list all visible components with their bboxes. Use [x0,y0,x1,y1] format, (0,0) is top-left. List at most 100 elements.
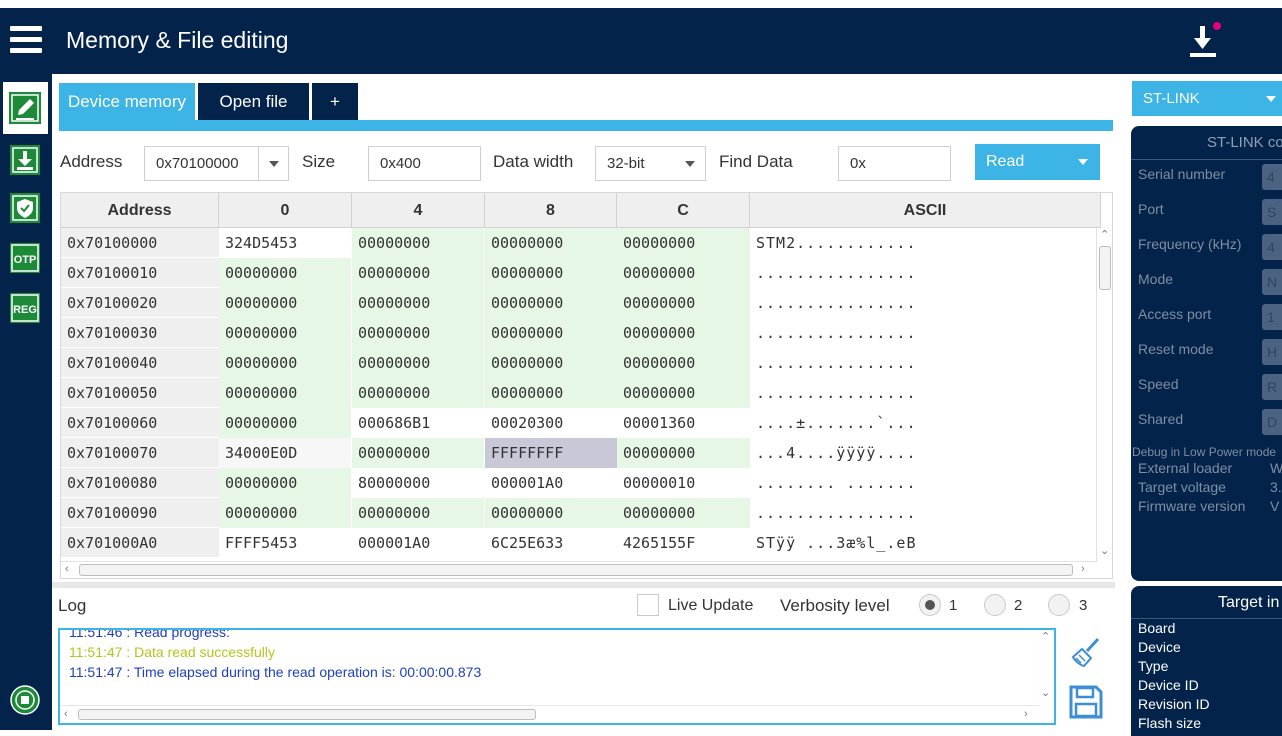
cell-ascii[interactable]: ....±.......`... [750,408,1093,438]
tab-device-memory[interactable]: Device memory [59,83,195,120]
reg-icon[interactable]: REG [9,292,41,324]
cell-0[interactable]: 00000000 [219,408,351,438]
cell-ascii[interactable]: ................ [750,378,1093,408]
cell-ascii[interactable]: ................ [750,498,1093,528]
chevron-down-icon[interactable]: ⌄ [1100,544,1109,557]
cell-8[interactable]: 6C25E633 [485,528,617,558]
cell-8[interactable]: 000001A0 [485,468,617,498]
cell-0[interactable]: 00000000 [219,288,351,318]
table-row[interactable]: 0x70100040 00000000 00000000 00000000 00… [61,348,1093,378]
grid-vertical-scrollbar[interactable]: ⌃ ⌄ [1096,228,1112,562]
cell-ascii[interactable]: ................ [750,318,1093,348]
table-row[interactable]: 0x70100090 00000000 00000000 00000000 00… [61,498,1093,528]
cell-0[interactable]: 00000000 [219,498,351,528]
table-row[interactable]: 0x70100030 00000000 00000000 00000000 00… [61,318,1093,348]
cell-8[interactable]: 00000000 [485,288,617,318]
cell-4[interactable]: 00000000 [352,288,484,318]
cell-8[interactable]: 00000000 [485,318,617,348]
grid-horizontal-scrollbar[interactable]: ‹ › [61,561,1096,578]
address-combo[interactable]: 0x70100000 [144,146,289,181]
cell-ascii[interactable]: STÿÿ ...3æ%l_.eB [750,528,1093,558]
table-row[interactable]: 0x70100020 00000000 00000000 00000000 00… [61,288,1093,318]
cell-c[interactable]: 00000000 [617,288,750,318]
cell-8[interactable]: 00000000 [485,258,617,288]
cell-ascii[interactable]: ................ [750,348,1093,378]
save-log-icon[interactable] [1068,684,1104,720]
chevron-up-icon[interactable]: ⌃ [1041,630,1050,643]
read-button[interactable]: Read [975,144,1100,180]
cell-4[interactable]: 00000000 [352,378,484,408]
clear-log-broom-icon[interactable] [1070,636,1102,670]
tab-open-file[interactable]: Open file [198,83,309,120]
cell-8[interactable]: 00000000 [485,228,617,258]
find-data-input[interactable]: 0x [838,146,951,181]
download-icon[interactable] [1186,22,1222,64]
table-row[interactable]: 0x70100060 00000000 000686B1 00020300 00… [61,408,1093,438]
memory-grid[interactable]: Address 0 4 8 C ASCII 0x70100000 324D545… [60,192,1113,579]
cell-c[interactable]: 00000000 [617,348,750,378]
cell-4[interactable]: 00000000 [352,438,484,468]
cell-c[interactable]: 4265155F [617,528,750,558]
header-col-c[interactable]: C [617,193,750,228]
cell-4[interactable]: 00000000 [352,318,484,348]
header-col-0[interactable]: 0 [219,193,352,228]
chevron-down-icon[interactable]: ⌄ [1041,686,1050,699]
size-input[interactable]: 0x400 [368,146,481,181]
cell-4[interactable]: 00000000 [352,498,484,528]
chevron-down-icon[interactable] [1266,96,1276,102]
scrollbar-thumb[interactable] [78,709,536,720]
cell-0[interactable]: 00000000 [219,348,351,378]
cell-0[interactable]: 00000000 [219,318,351,348]
table-row[interactable]: 0x70100000 324D5453 00000000 00000000 00… [61,228,1093,258]
chevron-right-icon[interactable]: › [1081,563,1085,575]
cell-0[interactable]: 00000000 [219,378,351,408]
otp-icon[interactable]: OTP [9,242,41,274]
frequency-field[interactable]: 4 [1262,234,1282,260]
chevron-down-icon[interactable] [1078,159,1088,165]
erase-program-icon[interactable] [9,144,41,176]
header-ascii[interactable]: ASCII [750,193,1101,228]
cell-c[interactable]: 00000000 [617,258,750,288]
cell-4[interactable]: 00000000 [352,258,484,288]
security-shield-icon[interactable] [9,192,41,224]
log-horizontal-scrollbar[interactable]: ‹ › [60,705,1040,723]
verbosity-radio-3[interactable] [1048,594,1070,616]
access-port-field[interactable]: 1 [1262,304,1282,330]
chevron-left-icon[interactable]: ‹ [64,708,68,720]
cell-4[interactable]: 00000000 [352,348,484,378]
cell-0[interactable]: 34000E0D [219,438,351,468]
cell-8[interactable]: 00000000 [485,378,617,408]
cell-c[interactable]: 00000000 [617,438,750,468]
table-row[interactable]: 0x70100010 00000000 00000000 00000000 00… [61,258,1093,288]
verbosity-radio-2[interactable] [984,594,1006,616]
chevron-right-icon[interactable]: › [1024,708,1028,720]
cell-8[interactable]: 00000000 [485,348,617,378]
hamburger-menu-icon[interactable] [10,24,42,56]
scrollbar-thumb[interactable] [1099,246,1111,290]
cell-4[interactable]: 000001A0 [352,528,484,558]
chevron-left-icon[interactable]: ‹ [65,563,69,575]
cell-0[interactable]: 00000000 [219,258,351,288]
header-col-4[interactable]: 4 [352,193,485,228]
logo-badge-icon[interactable] [9,684,41,716]
cell-ascii[interactable]: ........ ....... [750,468,1093,498]
cell-c[interactable]: 00001360 [617,408,750,438]
chevron-down-icon[interactable] [675,147,705,180]
connection-type-select[interactable]: ST-LINK [1132,81,1282,116]
cell-c[interactable]: 00000010 [617,468,750,498]
cell-8-selected[interactable]: FFFFFFFF [485,438,617,468]
splitter[interactable] [52,582,1115,588]
header-address[interactable]: Address [61,193,219,228]
table-row[interactable]: 0x701000A0 FFFF5453 000001A0 6C25E633 42… [61,528,1093,558]
sidebar-item-memory-editing[interactable] [3,82,48,134]
shared-field[interactable]: D [1262,409,1282,435]
cell-4[interactable]: 80000000 [352,468,484,498]
log-vertical-scrollbar[interactable]: ⌃ ⌄ [1038,630,1054,705]
live-update-checkbox[interactable] [637,594,659,616]
cell-c[interactable]: 00000000 [617,378,750,408]
cell-0[interactable]: FFFF5453 [219,528,351,558]
scrollbar-thumb[interactable] [79,564,1073,576]
cell-c[interactable]: 00000000 [617,318,750,348]
cell-0[interactable]: 00000000 [219,468,351,498]
cell-4[interactable]: 00000000 [352,228,484,258]
